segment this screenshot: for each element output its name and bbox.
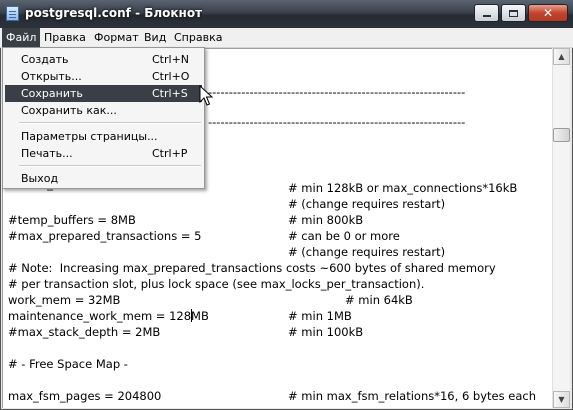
editor-line: #temp_buffers = 8MB — [8, 213, 136, 227]
menu-edit[interactable]: Правка — [40, 28, 90, 47]
menu-item-shortcut: Ctrl+O — [152, 70, 190, 83]
editor-line-comment: # (change requires restart) — [288, 197, 446, 211]
menu-item-label: Открыть... — [21, 70, 82, 83]
minimize-icon — [482, 15, 491, 17]
editor-line-comment: # min 1MB — [288, 309, 352, 323]
menu-item-label: Создать — [21, 53, 69, 66]
editor-line-dashes-1: ----------------------------------------… — [208, 85, 466, 99]
editor-line-comment: # min 64kB — [345, 293, 413, 307]
window-title: postgresql.conf - Блокнот — [25, 6, 203, 20]
menu-help[interactable]: Справка — [170, 28, 226, 47]
chevron-up-icon: ▲ — [558, 52, 565, 61]
scroll-down-button[interactable]: ▼ — [553, 391, 570, 408]
editor-line: # Note: Increasing max_prepared_transact… — [8, 261, 496, 275]
menu-item-label: Печать... — [21, 147, 73, 160]
scrollbar-thumb[interactable] — [553, 128, 570, 142]
editor-line: work_mem = 32MB — [8, 293, 121, 307]
menu-item-label: Параметры страницы... — [21, 130, 158, 143]
menu-separator — [19, 122, 201, 124]
menu-item-exit[interactable]: Выход — [5, 170, 202, 187]
editor-line: # - Free Space Map - — [8, 357, 128, 371]
scroll-up-button[interactable]: ▲ — [553, 48, 570, 65]
close-button[interactable]: ✕ — [528, 4, 568, 22]
menu-separator — [19, 165, 201, 167]
maximize-button[interactable] — [501, 4, 526, 22]
editor-line-comment: # min max_fsm_relations*16, 6 bytes each — [288, 389, 536, 403]
maximize-icon — [509, 9, 518, 17]
minimize-button[interactable] — [474, 4, 499, 22]
menu-item-save-as[interactable]: Сохранить как... — [5, 102, 202, 119]
menu-item-shortcut: Ctrl+P — [152, 147, 188, 160]
editor-line-text-before-caret: maintenance_work_mem = 128 — [8, 309, 192, 323]
editor-line: #max_prepared_transactions = 5 — [8, 229, 202, 243]
menu-item-label: Сохранить — [21, 87, 83, 100]
close-icon: ✕ — [542, 6, 554, 20]
menu-item-label: Выход — [21, 172, 59, 185]
mouse-pointer-icon — [199, 85, 213, 106]
menu-item-shortcut: Ctrl+N — [152, 53, 190, 66]
menu-file[interactable]: Файл — [2, 28, 41, 47]
menu-item-page-setup[interactable]: Параметры страницы... — [5, 128, 202, 145]
file-menu-dropdown: Создать Ctrl+N Открыть... Ctrl+O Сохрани… — [2, 47, 205, 189]
editor-line: # per transaction slot, plus lock space … — [8, 277, 425, 291]
menu-format[interactable]: Формат — [90, 28, 143, 47]
menu-view[interactable]: Вид — [140, 28, 170, 47]
menu-bar: Файл Правка Формат Вид Справка — [0, 28, 573, 48]
editor-line-comment: # can be 0 or more — [288, 229, 400, 243]
menu-item-label: Сохранить как... — [21, 104, 117, 117]
editor-line-comment: # min 100kB — [288, 325, 364, 339]
chevron-down-icon: ▼ — [558, 395, 565, 404]
editor-line-comment: # min 800kB — [288, 213, 364, 227]
editor-line: max_fsm_pages = 204800 — [8, 389, 162, 403]
menu-item-print[interactable]: Печать... Ctrl+P — [5, 145, 202, 162]
title-bar[interactable]: postgresql.conf - Блокнот ✕ — [0, 0, 573, 29]
editor-line-text-after-caret: MB — [191, 309, 209, 323]
notepad-window: postgresql.conf - Блокнот ✕ Файл Правка … — [0, 0, 573, 410]
editor-line-with-caret: maintenance_work_mem = 128MB — [8, 308, 209, 324]
menu-item-shortcut: Ctrl+S — [152, 87, 188, 100]
menu-item-new[interactable]: Создать Ctrl+N — [5, 51, 202, 68]
window-controls: ✕ — [474, 4, 568, 22]
notepad-app-icon[interactable] — [6, 6, 19, 21]
menu-item-save[interactable]: Сохранить Ctrl+S — [5, 85, 202, 102]
editor-line-comment: # min 128kB or max_connections*16kB — [288, 181, 518, 195]
editor-line-dashes-2: ----------------------------------------… — [208, 115, 466, 129]
editor-line-comment: # (change requires restart) — [288, 245, 446, 259]
editor-line: #max_stack_depth = 2MB — [8, 325, 161, 339]
vertical-scrollbar[interactable]: ▲ ▼ — [552, 48, 570, 408]
menu-item-open[interactable]: Открыть... Ctrl+O — [5, 68, 202, 85]
